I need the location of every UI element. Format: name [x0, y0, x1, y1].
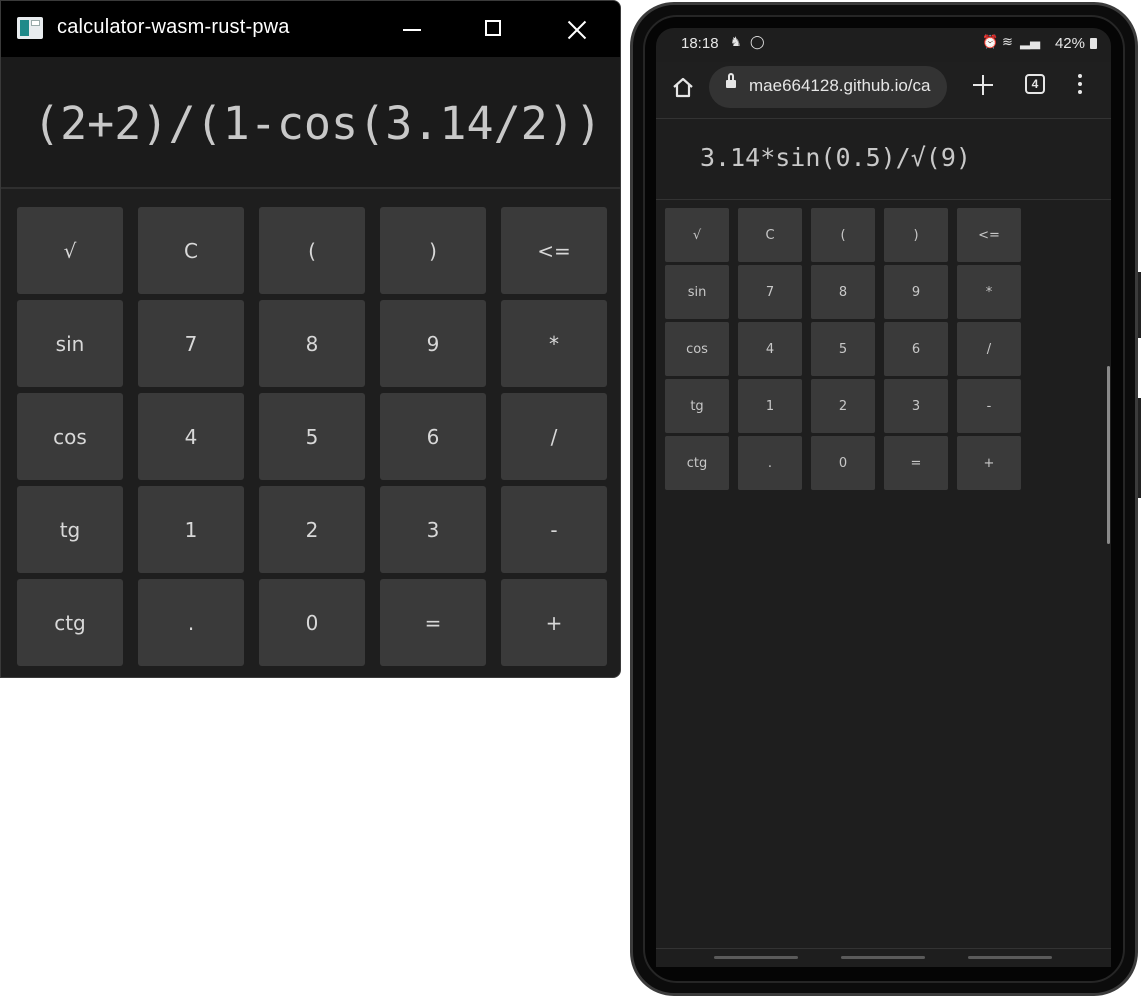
- address-bar[interactable]: mae664128.github.io/ca: [709, 66, 947, 108]
- android-nav-bar: [656, 948, 1111, 967]
- key-backspace[interactable]: <=: [501, 207, 607, 294]
- expression-display: (2+2)/(1-cos(3.14/2)): [1, 57, 620, 189]
- mobile-expression-text: 3.14*sin(0.5)/√(9): [700, 143, 971, 172]
- browser-toolbar: mae664128.github.io/ca 4: [656, 62, 1111, 118]
- mobile-expression-display: 3.14*sin(0.5)/√(9): [656, 118, 1111, 200]
- url-text: mae664128.github.io/ca: [749, 76, 931, 95]
- status-bar: 18:18 ♞ ◯ ⏰ ≋ ▂▄ 42%: [656, 28, 1111, 58]
- key-3[interactable]: 3: [380, 486, 486, 573]
- status-time: 18:18: [681, 35, 719, 52]
- key-dot[interactable]: .: [138, 579, 244, 666]
- key-minus[interactable]: -: [501, 486, 607, 573]
- key-cos[interactable]: cos: [17, 393, 123, 480]
- app-icon: [17, 17, 43, 39]
- key-plus[interactable]: +: [501, 579, 607, 666]
- m-key-8[interactable]: 8: [811, 265, 875, 319]
- m-key-1[interactable]: 1: [738, 379, 802, 433]
- key-2[interactable]: 2: [259, 486, 365, 573]
- m-key-sqrt[interactable]: √: [665, 208, 729, 262]
- key-7[interactable]: 7: [138, 300, 244, 387]
- window-title: calculator-wasm-rust-pwa: [57, 16, 290, 38]
- tab-count-button[interactable]: 4: [1025, 74, 1045, 94]
- m-key-minus[interactable]: -: [957, 379, 1021, 433]
- key-ctg[interactable]: ctg: [17, 579, 123, 666]
- m-key-tg[interactable]: tg: [665, 379, 729, 433]
- key-1[interactable]: 1: [138, 486, 244, 573]
- m-key-5[interactable]: 5: [811, 322, 875, 376]
- m-key-backspace[interactable]: <=: [957, 208, 1021, 262]
- m-key-clear[interactable]: C: [738, 208, 802, 262]
- key-0[interactable]: 0: [259, 579, 365, 666]
- new-tab-icon[interactable]: [972, 74, 994, 96]
- m-key-equals[interactable]: =: [884, 436, 948, 490]
- m-key-9[interactable]: 9: [884, 265, 948, 319]
- m-key-divide[interactable]: /: [957, 322, 1021, 376]
- m-key-open-paren[interactable]: (: [811, 208, 875, 262]
- key-sin[interactable]: sin: [17, 300, 123, 387]
- key-tg[interactable]: tg: [17, 486, 123, 573]
- m-key-dot[interactable]: .: [738, 436, 802, 490]
- scrollbar[interactable]: [1107, 366, 1110, 544]
- m-key-0[interactable]: 0: [811, 436, 875, 490]
- key-4[interactable]: 4: [138, 393, 244, 480]
- m-key-2[interactable]: 2: [811, 379, 875, 433]
- shield-icon: ◯: [750, 35, 765, 50]
- key-sqrt[interactable]: √: [17, 207, 123, 294]
- key-open-paren[interactable]: (: [259, 207, 365, 294]
- home-icon[interactable]: [672, 76, 694, 98]
- key-multiply[interactable]: *: [501, 300, 607, 387]
- battery-icon: [1090, 38, 1097, 49]
- m-key-3[interactable]: 3: [884, 379, 948, 433]
- key-8[interactable]: 8: [259, 300, 365, 387]
- m-key-close-paren[interactable]: ): [884, 208, 948, 262]
- mobile-keypad: √ C ( ) <= sin 7 8 9 * cos 4 5 6 / tg 1 …: [665, 208, 1021, 490]
- nav-recents[interactable]: [714, 956, 798, 959]
- nav-back[interactable]: [968, 956, 1052, 959]
- battery-percent: 42%: [1054, 35, 1085, 52]
- expression-text: (2+2)/(1-cos(3.14/2)): [33, 97, 602, 150]
- more-menu-icon[interactable]: [1077, 74, 1083, 96]
- title-bar[interactable]: calculator-wasm-rust-pwa: [1, 1, 620, 57]
- close-button[interactable]: [561, 15, 593, 43]
- m-key-sin[interactable]: sin: [665, 265, 729, 319]
- key-equals[interactable]: =: [380, 579, 486, 666]
- phone-screen: 18:18 ♞ ◯ ⏰ ≋ ▂▄ 42% mae664128.github.io…: [656, 28, 1111, 966]
- m-key-cos[interactable]: cos: [665, 322, 729, 376]
- key-6[interactable]: 6: [380, 393, 486, 480]
- m-key-4[interactable]: 4: [738, 322, 802, 376]
- m-key-plus[interactable]: +: [957, 436, 1021, 490]
- key-clear[interactable]: C: [138, 207, 244, 294]
- notification-icon: ♞: [730, 35, 742, 50]
- lock-icon: [726, 73, 736, 89]
- key-5[interactable]: 5: [259, 393, 365, 480]
- key-divide[interactable]: /: [501, 393, 607, 480]
- m-key-7[interactable]: 7: [738, 265, 802, 319]
- key-close-paren[interactable]: ): [380, 207, 486, 294]
- alarm-icon: ⏰: [982, 35, 999, 50]
- desktop-window: calculator-wasm-rust-pwa (2+2)/(1-cos(3.…: [0, 0, 621, 678]
- nav-home[interactable]: [841, 956, 925, 959]
- maximize-button[interactable]: [479, 15, 511, 43]
- keypad: √ C ( ) <= sin 7 8 9 * cos 4 5 6 / tg 1 …: [17, 207, 607, 667]
- m-key-multiply[interactable]: *: [957, 265, 1021, 319]
- m-key-ctg[interactable]: ctg: [665, 436, 729, 490]
- signal-icon: ▂▄: [1020, 35, 1040, 50]
- minimize-button[interactable]: [397, 15, 429, 43]
- key-9[interactable]: 9: [380, 300, 486, 387]
- wifi-icon: ≋: [1002, 35, 1013, 50]
- m-key-6[interactable]: 6: [884, 322, 948, 376]
